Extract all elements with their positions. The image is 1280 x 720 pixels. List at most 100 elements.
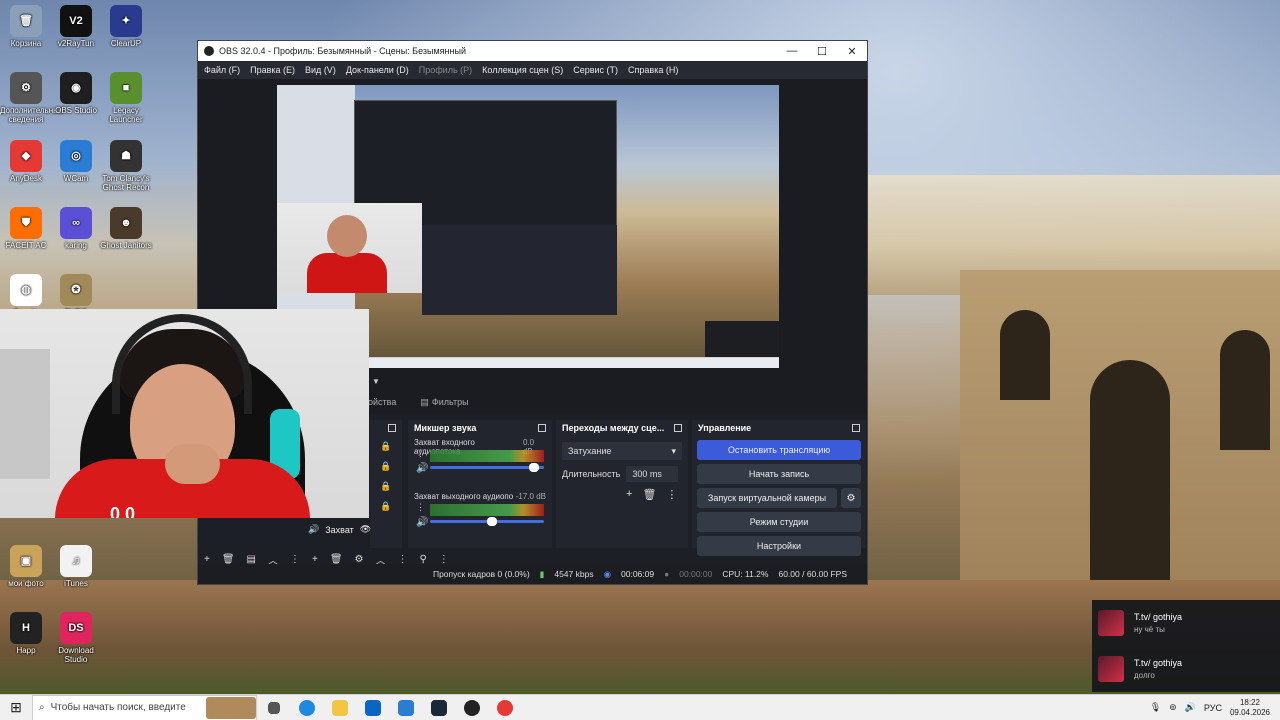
filter-icon[interactable]: ▤ [247,554,256,565]
file-explorer-icon[interactable] [323,695,356,720]
desktop-icon[interactable]: ♫ iTunes [50,545,102,588]
steam-icon[interactable] [422,695,455,720]
preview-dropdown-arrow-icon[interactable]: ▼ [372,377,380,386]
obs-taskbar-icon[interactable] [455,695,488,720]
desktop-icon[interactable]: V2 v2RayTun [50,5,102,48]
volume-meter [430,450,544,462]
settings-button[interactable]: Настройки [697,536,861,556]
status-bar: Пропуск кадров 0 (0.0%) ▮ 4547 kbps ◉ 00… [198,564,867,584]
volume-meter [430,504,544,516]
popout-icon[interactable] [388,424,396,432]
cpu-usage: CPU: 11.2% [722,569,769,579]
desktop-icon[interactable]: ∞ karing [50,207,102,250]
close-button[interactable]: ✕ [837,45,867,58]
lock-icons[interactable]: 🔒 🔒 🔒 🔒 [370,436,402,516]
start-record-button[interactable]: Начать запись [697,464,861,484]
trash-icon[interactable]: 🗑 [642,488,656,501]
desktop-icon[interactable]: ◆ AnyDesk [0,140,52,183]
popout-icon[interactable] [852,424,860,432]
taskbar-search[interactable]: ⌕ Чтобы начать поиск, введите [32,694,257,720]
desktop-icon[interactable]: ☻ Ghost Janitors [100,207,152,250]
network-icon[interactable]: ⊚ [1169,702,1177,713]
add-icon[interactable]: + [204,554,210,565]
more-icon[interactable]: ⋮ [290,554,300,565]
menu-tools[interactable]: Сервис (T) [573,65,618,75]
settings-app-icon[interactable] [389,695,422,720]
controls-title: Управление [698,423,752,433]
menu-docks[interactable]: Док-панели (D) [346,65,409,75]
search-icon: ⌕ [39,702,45,713]
volume-icon[interactable]: 🔊 [1185,702,1196,713]
more-icon[interactable]: ⋮ [398,554,408,565]
chrome-taskbar-icon[interactable] [488,695,521,720]
tab-properties[interactable]: ойства [368,397,396,407]
desktop-icon[interactable]: ⚙ Дополнительные сведения [0,72,63,124]
menu-help[interactable]: Справка (H) [628,65,678,75]
menu-bar: Файл (F) Правка (E) Вид (V) Док-панели (… [198,61,867,79]
mic-icon[interactable]: 🎙 [1150,702,1161,713]
more-icon[interactable]: ⋮ [439,554,449,565]
desktop-icon-label: v2RayTun [57,39,95,48]
more-icon[interactable]: ⋮ [666,488,677,501]
desktop-icon[interactable]: 🗑 Корзина [0,5,52,48]
volume-slider[interactable] [430,463,544,472]
store-icon[interactable] [356,695,389,720]
preview-webcam-shirt [307,253,387,293]
source-label: Захват [325,524,354,535]
tab-filters[interactable]: Фильтры [432,397,469,407]
popout-icon[interactable] [674,424,682,432]
channel-menu-icon[interactable]: ⋮ [416,448,425,459]
gear-icon[interactable]: ⚙ [841,488,861,508]
volume-slider[interactable] [430,517,544,526]
desktop-icon[interactable]: ▣ мои фото [0,545,52,588]
desktop-icon[interactable]: DS Download Studio [50,612,102,664]
desktop-icon[interactable]: ◎ WCam [50,140,102,183]
menu-file[interactable]: Файл (F) [204,65,240,75]
menu-scene-collection[interactable]: Коллекция сцен (S) [482,65,563,75]
minimize-button[interactable]: — [777,45,807,57]
desktop-icon[interactable]: ◉ OBS Studio [50,72,102,115]
studio-mode-button[interactable]: Режим студии [697,512,861,532]
desktop-icon[interactable]: ■ Legacy Launcher [100,72,152,124]
trash-icon[interactable]: 🗑 [330,554,343,565]
language-indicator[interactable]: РУС [1204,703,1222,713]
trash-icon[interactable]: 🗑 [222,554,235,565]
desktop-icon-label: karing [65,241,87,250]
transition-select[interactable]: Затухание ▾ [562,442,682,460]
speaker-icon[interactable]: 🔊 [416,517,428,528]
menu-edit[interactable]: Правка (E) [250,65,295,75]
gear-icon[interactable]: ⚙ [355,554,364,565]
virtual-camera-button[interactable]: Запуск виртуальной камеры [697,488,837,508]
app-icon: V2 [60,5,92,37]
maximize-button[interactable]: ☐ [807,45,837,58]
app-icon: ◆ [10,140,42,172]
volume-slider-knob[interactable] [487,517,498,526]
app-icon: ✦ [110,5,142,37]
transition-tools: + 🗑 ⋮ [626,488,688,501]
duration-input[interactable]: 300 ms [626,466,679,482]
add-icon[interactable]: + [626,488,632,501]
add-icon[interactable]: + [312,554,318,565]
obs-title-bar[interactable]: OBS 32.0.4 - Профиль: Безымянный - Сцены… [198,41,867,61]
source-item[interactable]: 🔊 Захват 👁 [308,524,371,535]
eye-icon[interactable]: 👁 [360,524,371,535]
desktop-icon[interactable]: ☗ Tom Clancy's Ghost Recon [100,140,152,192]
chat-user: T.tv/ gothiya [1134,658,1183,668]
desktop-icon[interactable]: ✦ ClearUP [100,5,152,48]
popout-icon[interactable] [538,424,546,432]
volume-slider-knob[interactable] [528,463,539,472]
desktop-icon[interactable]: H Happ [0,612,52,655]
task-view-icon[interactable] [257,695,290,720]
speaker-icon[interactable]: 🔊 [416,463,428,474]
menu-view[interactable]: Вид (V) [305,65,336,75]
dropped-frames: Пропуск кадров 0 (0.0%) [432,569,530,579]
chat-text: ну чё ты [1134,625,1165,634]
clock[interactable]: 18:22 09.04.2026 [1230,698,1270,718]
windows-start-icon[interactable]: ⊞ [0,695,32,720]
window-title: OBS 32.0.4 - Профиль: Безымянный - Сцены… [219,46,466,56]
edge-icon[interactable] [290,695,323,720]
link-icon[interactable]: ⚲ [420,554,427,565]
channel-menu-icon[interactable]: ⋮ [416,502,425,513]
desktop-icon[interactable]: ⛊ FACEIT AC [0,207,52,250]
stop-stream-button[interactable]: Остановить трансляцию [697,440,861,460]
